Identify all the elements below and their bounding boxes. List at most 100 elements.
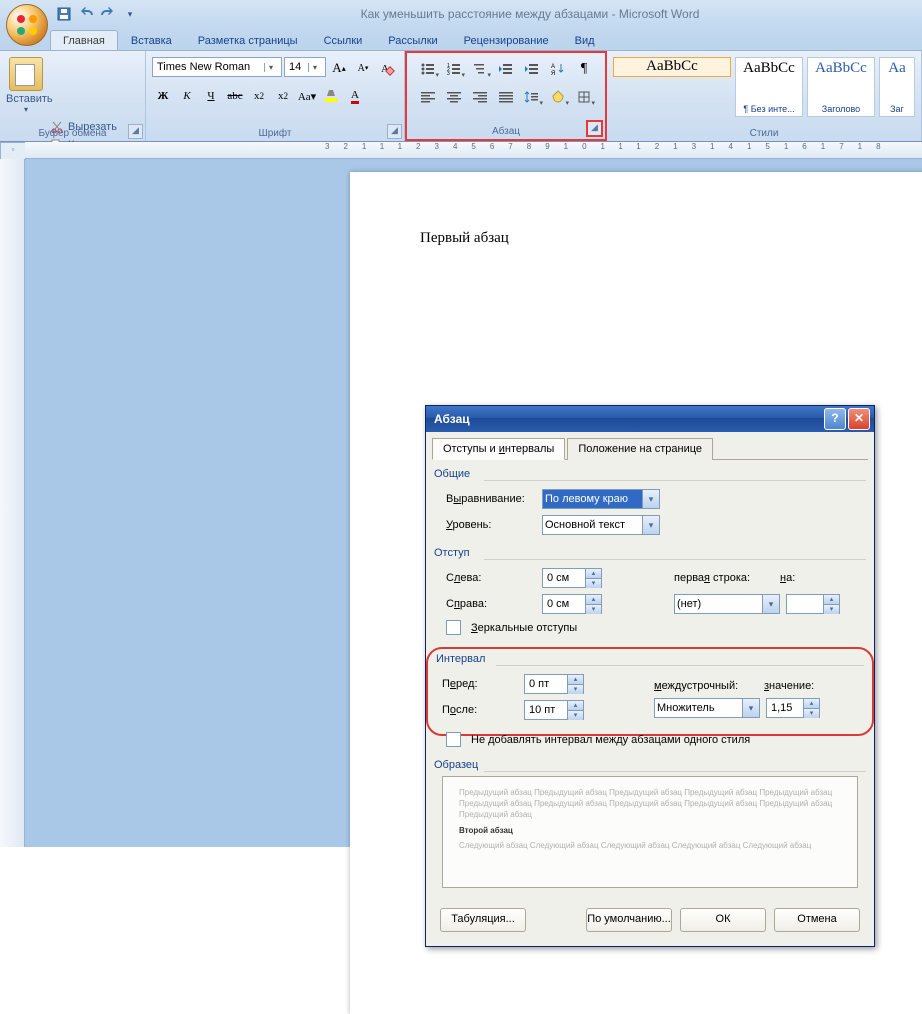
svg-text:Я: Я (551, 71, 555, 76)
tab-home[interactable]: Главная (50, 30, 118, 50)
nosame-checkbox[interactable] (446, 732, 461, 747)
tab-insert[interactable]: Вставка (118, 30, 185, 50)
bold-button[interactable]: Ж (152, 85, 174, 107)
save-icon[interactable] (56, 6, 72, 22)
right-label: Справа: (446, 598, 536, 610)
ruler-corner[interactable]: ▫ (0, 142, 26, 160)
font-launcher[interactable]: ◢ (387, 124, 402, 139)
tab-refs[interactable]: Ссылки (311, 30, 376, 50)
spacing-after-spinner[interactable]: 10 пт▴▾ (524, 700, 584, 720)
sort-button[interactable]: AЯ (545, 58, 571, 80)
ribbon-tabs: Главная Вставка Разметка страницы Ссылки… (0, 28, 922, 50)
value-label: значение: (764, 680, 824, 692)
style-normal[interactable]: AaBbCc¶ Обычный (613, 57, 731, 77)
undo-icon[interactable] (78, 6, 94, 22)
clipboard-launcher[interactable]: ◢ (128, 124, 143, 139)
linespacing-select[interactable]: Множитель▾ (654, 698, 760, 718)
justify-button[interactable] (493, 86, 519, 108)
align-center-button[interactable] (441, 86, 467, 108)
group-paragraph: ▾ 123▾ ▾ AЯ ¶ ▾ ▾ ▾ Абзац ◢ (405, 51, 607, 141)
group-title-styles: Стили (607, 126, 921, 141)
by-label: на: (780, 572, 820, 584)
tab-review[interactable]: Рецензирование (451, 30, 562, 50)
shading-button[interactable]: ▾ (545, 86, 571, 108)
alignment-select[interactable]: По левому краю▾ (542, 489, 660, 509)
align-left-button[interactable] (415, 86, 441, 108)
paragraph-text[interactable]: Первый абзац (420, 230, 509, 247)
close-button[interactable]: ✕ (848, 408, 870, 430)
default-button[interactable]: По умолчанию... (586, 908, 672, 932)
ribbon: Вставить ▾ Вырезать Копировать Формат по… (0, 50, 922, 142)
group-styles: AaBbCc¶ Обычный AaBbCc¶ Без инте... AaBb… (607, 51, 922, 141)
paste-label: Вставить (6, 93, 46, 105)
paragraph-launcher[interactable]: ◢ (586, 120, 603, 137)
help-button[interactable]: ? (824, 408, 846, 430)
office-button[interactable] (6, 4, 48, 46)
left-label: Слева: (446, 572, 536, 584)
ok-button[interactable]: ОК (680, 908, 766, 932)
tab-layout[interactable]: Разметка страницы (185, 30, 311, 50)
svg-text:A: A (551, 64, 555, 70)
numbering-button[interactable]: 123▾ (441, 58, 467, 80)
grow-font-icon[interactable]: A▴ (328, 57, 350, 79)
mirror-checkbox[interactable] (446, 620, 461, 635)
before-label: Перед: (442, 678, 518, 690)
indent-right-spinner[interactable]: 0 см▴▾ (542, 594, 602, 614)
dialog-titlebar[interactable]: Абзац ? ✕ (426, 406, 874, 432)
highlight-button[interactable] (320, 85, 342, 107)
clear-format-icon[interactable]: A (376, 57, 398, 79)
style-heading2[interactable]: AaЗаг (879, 57, 915, 117)
group-font: Times New Roman▾ 14▾ A▴ A▾ A Ж К Ч abc x… (146, 51, 405, 141)
titlebar: ▾ Как уменьшить расстояние между абзацам… (0, 0, 922, 28)
group-clipboard: Вставить ▾ Вырезать Копировать Формат по… (0, 51, 146, 141)
quick-access-toolbar: ▾ (56, 6, 138, 22)
firstline-by-spinner[interactable]: ▴▾ (786, 594, 840, 614)
indent-left-spinner[interactable]: 0 см▴▾ (542, 568, 602, 588)
tab-position[interactable]: Положение на странице (567, 438, 713, 460)
group-title-paragraph: Абзац (407, 124, 605, 139)
line-spacing-button[interactable]: ▾ (519, 86, 545, 108)
multilevel-button[interactable]: ▾ (467, 58, 493, 80)
italic-button[interactable]: К (176, 85, 198, 107)
superscript-button[interactable]: x2 (272, 85, 294, 107)
group-title-font: Шрифт (146, 126, 404, 141)
style-heading1[interactable]: AaBbCcЗаголово (807, 57, 875, 117)
spacing-before-spinner[interactable]: 0 пт▴▾ (524, 674, 584, 694)
after-label: После: (442, 704, 518, 716)
paste-button[interactable]: Вставить ▾ (6, 53, 46, 114)
font-size-combo[interactable]: 14▾ (284, 57, 326, 77)
borders-button[interactable]: ▾ (571, 86, 597, 108)
subscript-button[interactable]: x2 (248, 85, 270, 107)
group-title-clipboard: Буфер обмена (0, 126, 145, 141)
shrink-font-icon[interactable]: A▾ (352, 57, 374, 79)
tab-view[interactable]: Вид (562, 30, 608, 50)
increase-indent-button[interactable] (519, 58, 545, 80)
cancel-button[interactable]: Отмена (774, 908, 860, 932)
strike-button[interactable]: abc (224, 85, 246, 107)
change-case-button[interactable]: Aa▾ (296, 85, 318, 107)
style-nospacing[interactable]: AaBbCc¶ Без инте... (735, 57, 803, 117)
font-name-combo[interactable]: Times New Roman▾ (152, 57, 282, 77)
qat-more-icon[interactable]: ▾ (122, 6, 138, 22)
tab-mail[interactable]: Рассылки (375, 30, 450, 50)
show-marks-button[interactable]: ¶ (571, 58, 597, 80)
redo-icon[interactable] (100, 6, 116, 22)
horizontal-ruler[interactable]: 3211123456789101112131415161718 (25, 142, 922, 159)
dialog-title: Абзац (430, 412, 824, 426)
bullets-button[interactable]: ▾ (415, 58, 441, 80)
preview-box: Предыдущий абзац Предыдущий абзац Предыд… (442, 776, 858, 888)
vertical-ruler[interactable] (0, 159, 25, 847)
level-select[interactable]: Основной текст▾ (542, 515, 660, 535)
firstline-label: первая строка: (674, 572, 774, 584)
tab-indents[interactable]: Отступы и интервалы (432, 438, 565, 460)
firstline-select[interactable]: (нет)▾ (674, 594, 780, 614)
linespacing-value-spinner[interactable]: 1,15▴▾ (766, 698, 820, 718)
underline-button[interactable]: Ч (200, 85, 222, 107)
paste-icon (9, 57, 43, 91)
tabs-button[interactable]: Табуляция... (440, 908, 526, 932)
paragraph-dialog: Абзац ? ✕ Отступы и интервалы Положение … (425, 405, 875, 947)
align-right-button[interactable] (467, 86, 493, 108)
font-color-button[interactable]: A (344, 85, 366, 107)
mirror-label: Зеркальные отступы (471, 622, 577, 634)
decrease-indent-button[interactable] (493, 58, 519, 80)
